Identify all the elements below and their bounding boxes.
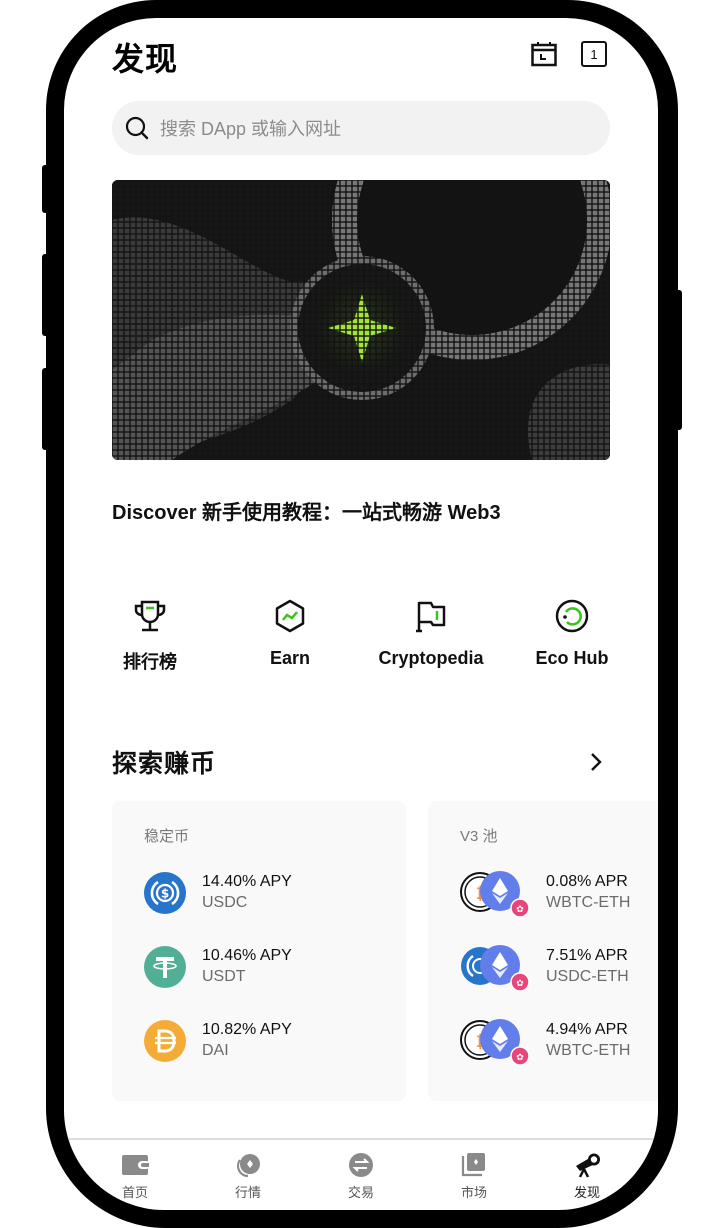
pool-name: WBTC-ETH [546,1042,631,1059]
wbtc-eth-pair-icon: ₿ ✿ [460,870,530,918]
tab-home[interactable]: 首页 [95,1152,175,1201]
asset-name: USDT [202,968,246,985]
page-title: 发现 [112,41,179,77]
bottom-tab-bar: 首页 行情 交易 市场 发现 [64,1138,658,1210]
earn-card-v3-pool[interactable]: V3 池 ₿ ✿ 0.08% APR WBTC-ETH [428,801,658,1101]
section-title: 探索赚币 [112,750,217,778]
screen: 发现 1 搜索 DApp 或输入网址 Discover 新手使用教程：一站式畅游… [64,18,658,1210]
search-icon [125,116,149,140]
search-input[interactable]: 搜索 DApp 或输入网址 [112,101,610,155]
swap-icon [349,1153,373,1177]
asset-name: DAI [202,1042,229,1059]
section-more-button[interactable] [582,748,610,776]
tabs-button[interactable]: 1 [580,40,608,68]
wbtc-eth-pair-icon: ₿ ✿ [460,1018,530,1066]
svg-text:$: $ [161,887,169,901]
apr-value: 0.08% APR [546,873,628,891]
tab-markets[interactable]: 行情 [208,1152,288,1201]
search-placeholder: 搜索 DApp 或输入网址 [160,119,342,139]
tab-discover[interactable]: 发现 [547,1152,627,1201]
quick-action-label: 排行榜 [123,652,177,672]
apr-value: 4.94% APR [546,1021,628,1039]
earn-item-dai[interactable]: 10.82% APY DAI [144,1017,292,1065]
pool-item-wbtc-eth[interactable]: ₿ ✿ 4.94% APR WBTC-ETH [460,1017,631,1066]
marketplace-icon [461,1153,485,1177]
apy-value: 14.40% APY [202,873,292,891]
earn-item-usdc[interactable]: $ 14.40% APY USDC [144,869,292,917]
pool-item-wbtc-eth[interactable]: ₿ ✿ 0.08% APR WBTC-ETH [460,869,631,918]
svg-text:✿: ✿ [516,979,524,989]
coins-icon [236,1154,260,1178]
banner-artwork [112,180,610,460]
tab-label: 交易 [347,1185,374,1200]
trophy-icon [134,600,166,632]
svg-text:✿: ✿ [516,1053,524,1063]
quick-action-label: Eco Hub [535,648,609,668]
tab-count-badge: 1 [581,41,607,67]
tab-marketplace[interactable]: 市场 [434,1152,514,1201]
quick-action-cryptopedia[interactable]: Cryptopedia [361,598,501,669]
earn-item-usdt[interactable]: 10.46% APY USDT [144,943,292,991]
apy-value: 10.46% APY [202,947,292,965]
telescope-icon [576,1153,600,1178]
usdc-eth-pair-icon: ✿ [460,944,530,992]
quick-action-earn[interactable]: Earn [220,598,360,669]
card-title: V3 池 [460,828,498,845]
calendar-button[interactable] [530,40,558,68]
tab-label: 首页 [121,1185,148,1200]
earn-card-stablecoin[interactable]: 稳定币 $ 14.40% APY USDC 10.46% APY USDT 10… [112,801,406,1101]
banner-caption: Discover 新手使用教程：一站式畅游 Web3 [112,502,501,524]
dai-icon [144,1020,186,1062]
pool-name: USDC-ETH [546,968,629,985]
quick-action-label: Cryptopedia [378,648,484,668]
hexagon-chart-icon [275,599,305,633]
quick-action-leaderboard[interactable]: 排行榜 [80,598,220,674]
tab-label: 市场 [460,1185,487,1200]
circle-refresh-icon [555,599,589,633]
tab-label: 发现 [573,1185,600,1200]
calendar-icon [531,42,557,67]
pool-item-usdc-eth[interactable]: ✿ 7.51% APR USDC-ETH [460,943,629,992]
wallet-icon [122,1155,149,1175]
card-title: 稳定币 [144,828,190,845]
asset-name: USDC [202,894,248,911]
apy-value: 10.82% APY [202,1021,292,1039]
tab-trade[interactable]: 交易 [321,1152,401,1201]
quick-action-eco-hub[interactable]: Eco Hub [502,598,642,669]
pool-name: WBTC-ETH [546,894,631,911]
promo-banner[interactable] [112,180,610,460]
flag-icon [416,601,446,633]
svg-text:✿: ✿ [516,905,524,915]
chevron-right-icon [591,753,602,771]
apr-value: 7.51% APR [546,947,628,965]
usdt-icon [144,946,186,988]
usdc-icon: $ [144,872,186,914]
tab-label: 行情 [234,1185,261,1200]
quick-action-label: Earn [269,648,311,668]
